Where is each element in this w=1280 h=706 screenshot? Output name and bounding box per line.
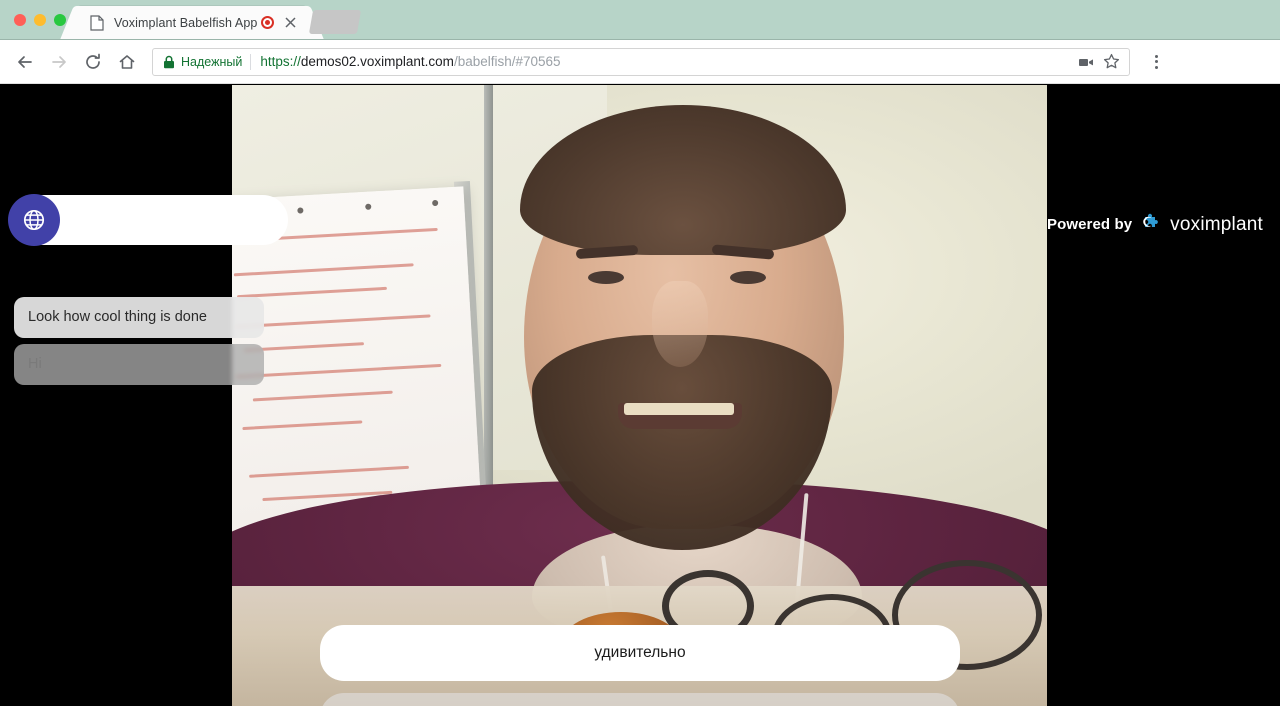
url-path: /babelfish/#70565 [453, 54, 561, 69]
voximplant-puzzle-logo-icon [1139, 210, 1163, 239]
url-text: https://demos02.voximplant.com/babelfish… [260, 54, 1075, 69]
list-item[interactable]: Hi [14, 344, 264, 386]
branding: Powered by voximplant [1047, 210, 1263, 239]
close-icon[interactable] [282, 15, 298, 31]
document-icon [90, 14, 104, 31]
recording-dot-icon[interactable] [261, 16, 274, 29]
arrow-left-icon[interactable] [10, 47, 40, 77]
close-window-button[interactable] [14, 14, 26, 26]
url-host: demos02.voximplant.com [300, 54, 454, 69]
person-eye-right [730, 271, 766, 284]
three-dots-menu-icon[interactable] [1142, 48, 1170, 76]
reload-icon[interactable] [78, 47, 108, 77]
letterbox-left [0, 85, 232, 706]
person-eye-left [588, 271, 624, 284]
star-icon[interactable] [1099, 50, 1123, 74]
browser-window: Voximplant Babelfish App Надежный https:… [0, 0, 1280, 706]
window-controls [14, 14, 66, 26]
home-icon[interactable] [112, 47, 142, 77]
person-nose [652, 281, 708, 367]
video-camera-icon[interactable] [1075, 50, 1099, 74]
chat-message-list: Look how cool thing is done Hi [14, 297, 264, 391]
globe-icon [8, 194, 60, 246]
url-scheme: https:// [260, 54, 301, 69]
babelfish-app: Look how cool thing is done Hi Powered b… [0, 85, 1280, 706]
language-selector[interactable] [8, 194, 288, 246]
minimize-window-button[interactable] [34, 14, 46, 26]
tab-strip: Voximplant Babelfish App [0, 0, 1280, 40]
arrow-right-icon [44, 47, 74, 77]
address-bar[interactable]: Надежный https://demos02.voximplant.com/… [152, 47, 1130, 76]
subtitle-translated: удивительно [320, 625, 960, 682]
browser-tab[interactable]: Voximplant Babelfish App [78, 6, 306, 39]
person-mouth [618, 403, 742, 429]
security-label: Надежный [181, 54, 243, 69]
maximize-window-button[interactable] [54, 14, 66, 26]
new-tab-placeholder[interactable] [308, 10, 362, 34]
tab-title: Voximplant Babelfish App [114, 15, 257, 30]
person-teeth [624, 403, 734, 415]
brand-name: voximplant [1170, 213, 1263, 235]
omnibox-divider [250, 53, 252, 70]
letterbox-right [1047, 85, 1280, 706]
subtitle-source: Боже мой, я могу говорить на английском … [320, 693, 960, 706]
subtitle-panel: удивительно Боже мой, я могу говорить на… [320, 625, 960, 706]
video-feed[interactable] [232, 85, 1047, 706]
powered-by-label: Powered by [1046, 216, 1133, 233]
list-item[interactable]: Look how cool thing is done [14, 297, 264, 339]
lock-icon [163, 55, 175, 69]
browser-toolbar: Надежный https://demos02.voximplant.com/… [0, 40, 1280, 84]
